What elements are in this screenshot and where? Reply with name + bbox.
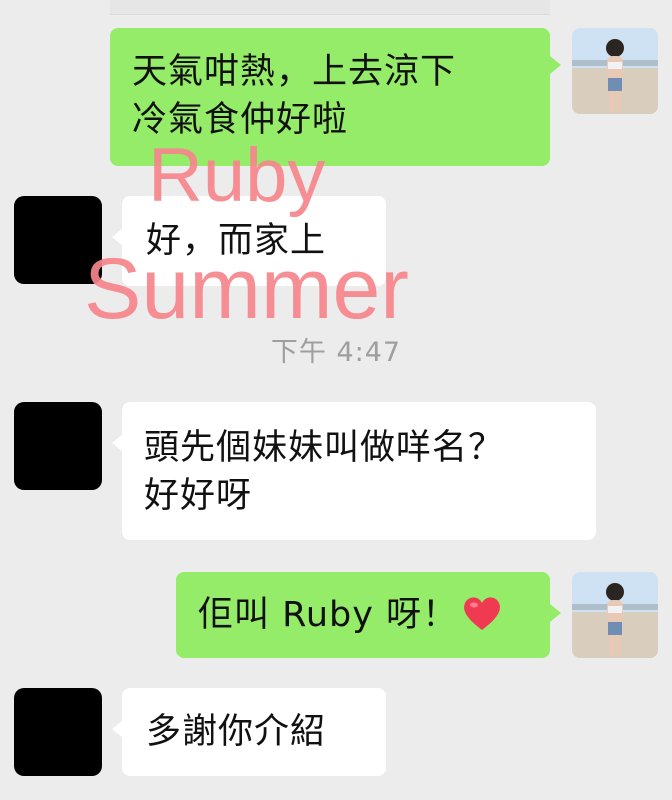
self-avatar[interactable] <box>572 28 658 114</box>
contact-avatar[interactable] <box>14 688 102 776</box>
contact-avatar[interactable] <box>14 196 102 284</box>
previous-message-edge <box>110 0 550 15</box>
message-bubble-sent[interactable]: 天氣咁熱，上去涼下 冷氣食仲好啦 <box>110 28 550 166</box>
message-text-line: 天氣咁熱，上去涼下 <box>132 52 457 92</box>
message-bubble-received[interactable]: 好，而家上 <box>122 196 386 286</box>
contact-avatar[interactable] <box>14 402 102 490</box>
self-avatar[interactable] <box>572 572 658 658</box>
message-text: 佢叫 Ruby 呀！ <box>198 595 459 635</box>
message-text-line: 冷氣食仲好啦 <box>132 100 349 140</box>
message-bubble-received[interactable]: 多謝你介紹 <box>122 688 386 776</box>
message-bubble-sent[interactable]: 佢叫 Ruby 呀！ <box>176 572 550 658</box>
message-timestamp: 下午 4:47 <box>270 337 402 368</box>
message-text: 好，而家上 <box>146 221 327 261</box>
heart-icon <box>462 594 502 645</box>
message-text: 多謝你介紹 <box>146 712 327 752</box>
message-text-line: 好好呀 <box>144 476 253 516</box>
bubble-tail <box>550 56 561 74</box>
message-text-line: 頭先個妹妹叫做咩名？ <box>144 428 505 468</box>
bubble-tail <box>550 604 561 622</box>
message-bubble-received[interactable]: 頭先個妹妹叫做咩名？ 好好呀 <box>122 402 596 540</box>
